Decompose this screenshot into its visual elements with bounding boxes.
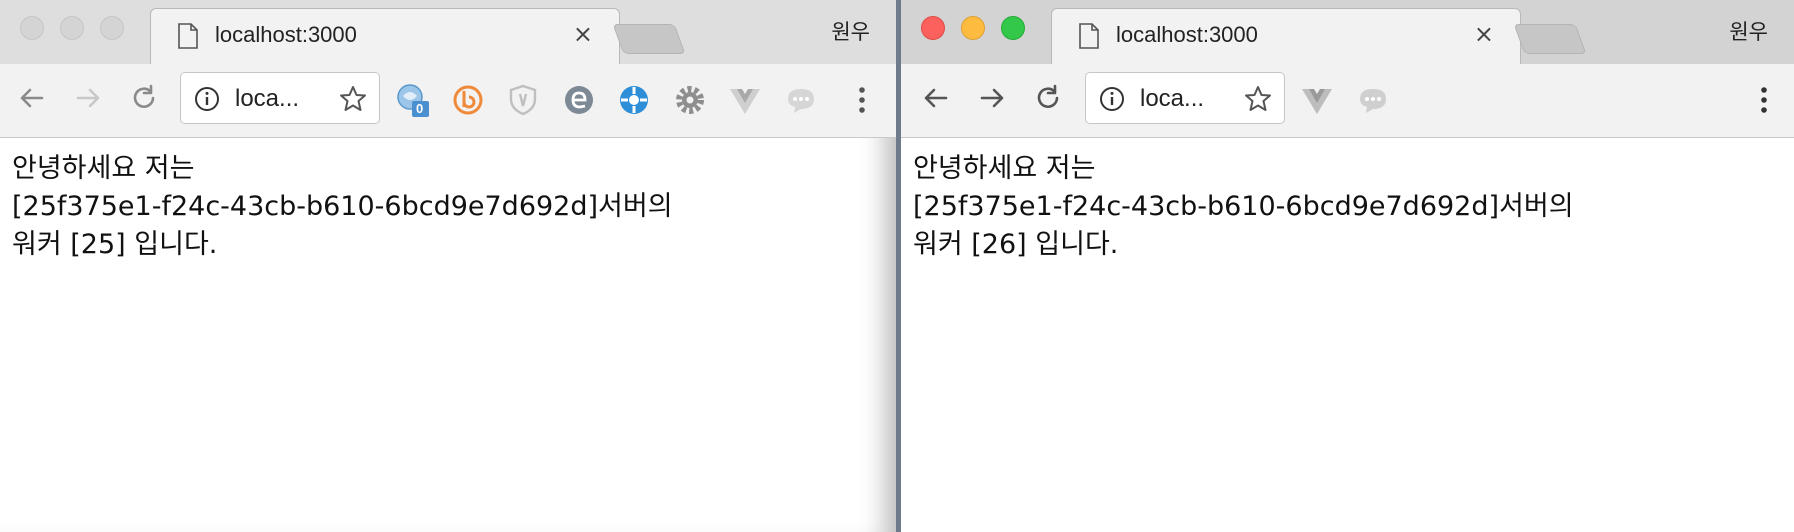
close-tab-icon[interactable]: ×	[573, 21, 593, 47]
chat-bubble-icon[interactable]	[1355, 82, 1391, 118]
close-window-button[interactable]	[921, 16, 945, 40]
menu-dots-icon[interactable]	[856, 82, 868, 118]
content-line: 안녕하세요 저는	[12, 153, 195, 184]
address-bar[interactable]: loca...	[180, 72, 380, 124]
info-icon[interactable]	[193, 85, 221, 113]
globe-badge-icon[interactable]: 0	[395, 82, 431, 118]
minimize-window-button[interactable]	[60, 16, 84, 40]
browser-window-right: localhost:3000 × 원우 loca... 안녕하세요 저는 [25…	[901, 0, 1794, 532]
tab-localhost[interactable]: localhost:3000 ×	[1051, 8, 1521, 64]
tab-title: localhost:3000	[215, 22, 357, 47]
title-bar: localhost:3000 × 원우	[901, 0, 1794, 64]
reload-icon	[1037, 84, 1059, 108]
reload-icon	[133, 84, 155, 108]
crosshair-icon[interactable]	[616, 82, 652, 118]
toolbar: loca... 0	[0, 64, 896, 138]
vue-icon[interactable]	[727, 82, 763, 118]
file-icon	[178, 23, 198, 49]
menu-dots-icon[interactable]	[1758, 82, 1770, 118]
e-icon[interactable]	[561, 82, 597, 118]
page-content: 안녕하세요 저는 [25f375e1-f24c-43cb-b610-6bcd9e…	[913, 150, 1574, 264]
file-icon	[1079, 23, 1099, 49]
title-bar: localhost:3000 × 원우	[0, 0, 896, 64]
back-arrow-icon	[924, 88, 948, 108]
back-arrow-icon	[20, 88, 44, 108]
vue-icon[interactable]	[1299, 82, 1335, 118]
reload-button[interactable]	[124, 78, 164, 118]
close-window-button[interactable]	[20, 16, 44, 40]
content-line: [25f375e1-f24c-43cb-b610-6bcd9e7d692d]서버…	[913, 191, 1574, 222]
profile-name[interactable]: 원우	[831, 16, 870, 46]
reload-button[interactable]	[1028, 78, 1068, 118]
content-line: 워커 [25] 입니다.	[12, 229, 218, 260]
url-text: loca...	[1140, 85, 1205, 112]
tab-localhost[interactable]: localhost:3000 ×	[150, 8, 620, 64]
forward-arrow-icon	[76, 88, 100, 108]
tab-title: localhost:3000	[1116, 22, 1258, 47]
minimize-window-button[interactable]	[961, 16, 985, 40]
browser-window-left: localhost:3000 × 원우 loca... 0 안녕하세요 저는 […	[0, 0, 896, 532]
chat-bubble-icon[interactable]	[783, 82, 819, 118]
back-button[interactable]	[916, 78, 956, 118]
profile-name[interactable]: 원우	[1729, 16, 1768, 46]
maximize-window-button[interactable]	[1001, 16, 1025, 40]
shield-icon[interactable]	[505, 82, 541, 118]
extension-badge: 0	[416, 101, 424, 116]
info-icon[interactable]	[1098, 85, 1126, 113]
bookmark-star-icon[interactable]	[1242, 83, 1274, 115]
close-tab-icon[interactable]: ×	[1474, 21, 1494, 47]
toolbar: loca...	[901, 64, 1794, 138]
content-line: [25f375e1-f24c-43cb-b610-6bcd9e7d692d]서버…	[12, 191, 673, 222]
content-line: 워커 [26] 입니다.	[913, 229, 1119, 260]
page-content: 안녕하세요 저는 [25f375e1-f24c-43cb-b610-6bcd9e…	[12, 150, 673, 264]
bitly-icon[interactable]	[450, 82, 486, 118]
bookmark-star-icon[interactable]	[337, 83, 369, 115]
forward-button[interactable]	[68, 78, 108, 118]
maximize-window-button[interactable]	[100, 16, 124, 40]
gear-icon[interactable]	[672, 82, 708, 118]
forward-arrow-icon	[980, 88, 1004, 108]
back-button[interactable]	[12, 78, 52, 118]
content-line: 안녕하세요 저는	[913, 153, 1096, 184]
new-tab-button[interactable]	[1513, 24, 1587, 54]
url-text: loca...	[235, 85, 300, 112]
new-tab-button[interactable]	[612, 24, 686, 54]
address-bar[interactable]: loca...	[1085, 72, 1285, 124]
forward-button[interactable]	[972, 78, 1012, 118]
